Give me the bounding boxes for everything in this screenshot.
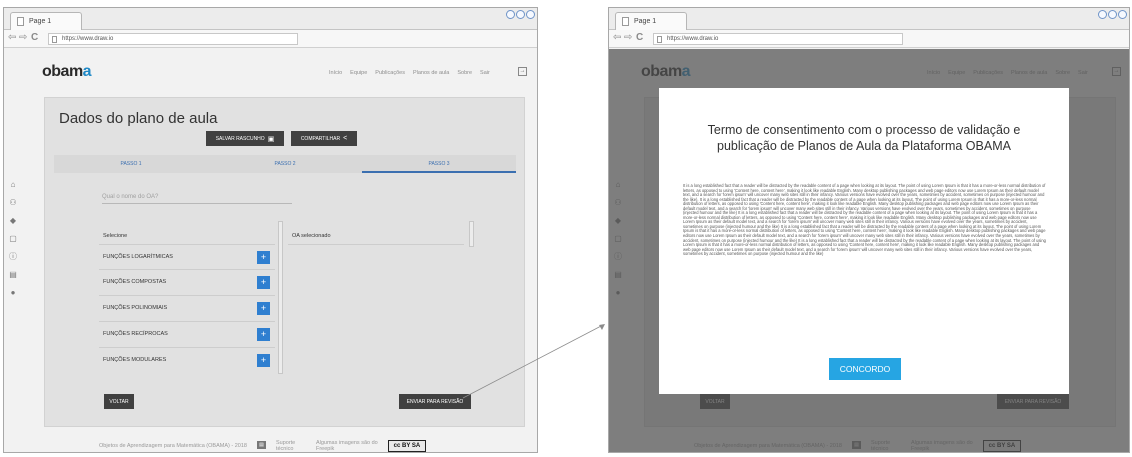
url-field[interactable]: https://www.draw.io	[653, 33, 903, 45]
maximize-button[interactable]	[1108, 10, 1117, 19]
window-controls	[1098, 10, 1127, 19]
modal-title: Termo de consentimento com o processo de…	[707, 123, 1021, 153]
modal-body-text: It is a long established fact that a rea…	[683, 183, 1046, 257]
page-icon	[657, 36, 662, 43]
close-button[interactable]	[1118, 10, 1127, 19]
forward-arrow-icon[interactable]: ⇨	[624, 33, 632, 43]
page-icon	[622, 17, 629, 26]
address-bar: ⇦ ⇨ C https://www.draw.io	[609, 30, 1129, 48]
consent-modal: Termo de consentimento com o processo de…	[659, 88, 1069, 394]
back-arrow-icon[interactable]: ⇦	[613, 33, 621, 43]
tab-label: Page 1	[634, 18, 657, 25]
tab-bar: Page 1	[609, 8, 1129, 31]
browser-tab[interactable]: Page 1	[615, 12, 687, 31]
agree-button[interactable]: CONCORDO	[829, 358, 901, 380]
minimize-button[interactable]	[1098, 10, 1107, 19]
url-text: https://www.draw.io	[667, 36, 719, 42]
reload-icon[interactable]: C	[636, 33, 643, 43]
browser-window-right: Page 1 ⇦ ⇨ C https://www.draw.io obama I…	[608, 7, 1130, 453]
